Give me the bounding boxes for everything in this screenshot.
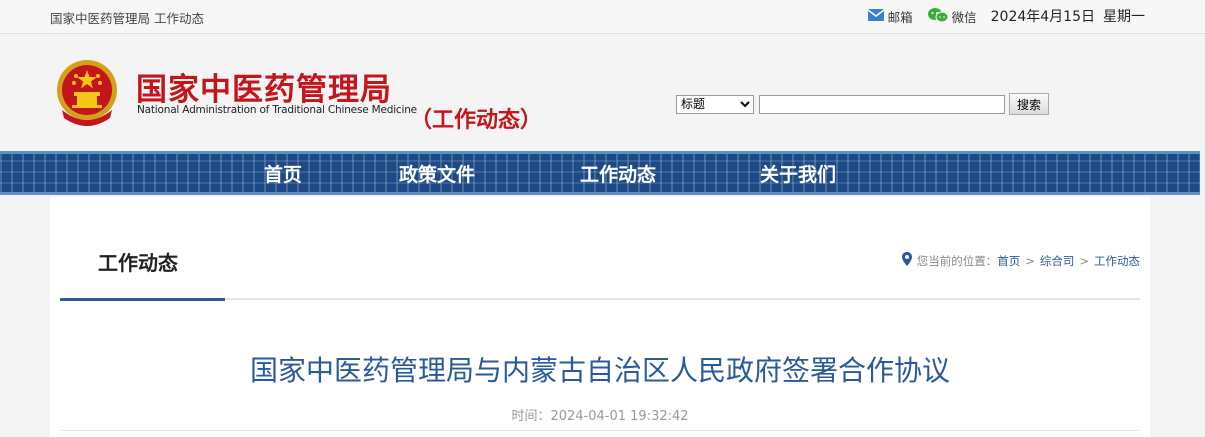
mail-icon xyxy=(867,8,885,25)
breadcrumb-home[interactable]: 首页 xyxy=(997,253,1020,269)
section-title-underline xyxy=(60,298,225,301)
top-bar: 国家中医药管理局 工作动态 邮箱 微信 2024年4月15日 星期一 xyxy=(0,0,1205,34)
nav-item-news[interactable]: 工作动态 xyxy=(580,160,656,187)
breadcrumb-separator: > xyxy=(1025,253,1035,268)
search-button[interactable]: 搜索 xyxy=(1009,93,1050,115)
breadcrumb: 您当前的位置： 首页 > 综合司 > 工作动态 xyxy=(901,252,1140,269)
article-time-label: 时间： xyxy=(511,409,551,424)
current-weekday: 星期一 xyxy=(1103,9,1145,25)
current-date: 2024年4月15日 xyxy=(990,9,1095,25)
site-crumb: 国家中医药管理局 工作动态 xyxy=(50,11,204,26)
search-bar: 标题 搜索 xyxy=(676,93,1050,115)
content-panel: 工作动态 您当前的位置： 首页 > 综合司 > 工作动态 国家中医药管理局与内蒙… xyxy=(50,197,1150,437)
location-pin-icon xyxy=(901,252,912,269)
channel-tag: （工作动态） xyxy=(410,108,543,133)
main-nav: 首页 政策文件 工作动态 关于我们 xyxy=(0,151,1200,195)
article-time: 2024-04-01 19:32:42 xyxy=(550,409,689,424)
section-title: 工作动态 xyxy=(98,251,178,275)
article-divider xyxy=(60,430,1140,431)
nav-item-policy[interactable]: 政策文件 xyxy=(399,160,475,187)
breadcrumb-current[interactable]: 工作动态 xyxy=(1094,253,1140,269)
brand-name-en: National Administration of Traditional C… xyxy=(137,104,417,116)
mail-link[interactable]: 邮箱 xyxy=(867,7,913,26)
top-bar-tools: 邮箱 微信 2024年4月15日 星期一 xyxy=(853,6,1145,26)
location-prefix: 您当前的位置： xyxy=(916,253,998,268)
breadcrumb-separator: > xyxy=(1079,253,1089,268)
national-emblem-logo xyxy=(54,56,120,128)
breadcrumb-department[interactable]: 综合司 xyxy=(1040,253,1075,269)
brand-name-cn: 国家中医药管理局 xyxy=(136,72,392,108)
wechat-link[interactable]: 微信 xyxy=(927,7,977,26)
search-input[interactable] xyxy=(759,94,1005,114)
nav-item-about[interactable]: 关于我们 xyxy=(760,160,836,187)
wechat-icon xyxy=(927,7,949,26)
nav-top-border xyxy=(0,151,1200,154)
article-title: 国家中医药管理局与内蒙古自治区人民政府签署合作协议 xyxy=(249,354,950,387)
mail-label: 邮箱 xyxy=(887,9,913,25)
nav-item-home[interactable]: 首页 xyxy=(264,160,302,187)
search-field-select[interactable]: 标题 xyxy=(676,94,754,114)
site-header: 国家中医药管理局 National Administration of Trad… xyxy=(0,34,1205,150)
article-meta: 时间：2024-04-01 19:32:42 xyxy=(50,405,1150,424)
nav-bottom-border xyxy=(0,192,1200,195)
wechat-label: 微信 xyxy=(951,9,977,25)
